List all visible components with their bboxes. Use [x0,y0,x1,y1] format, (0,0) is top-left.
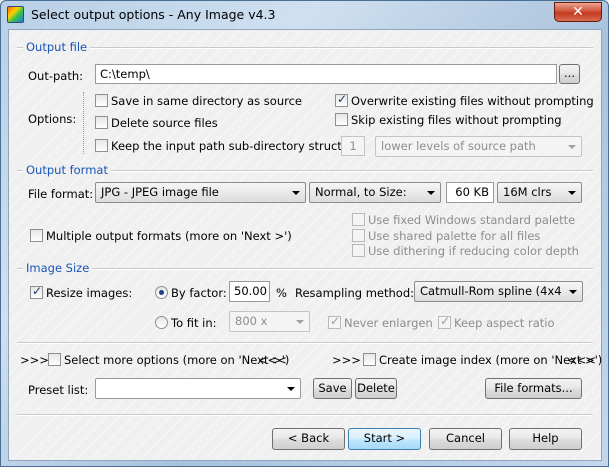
create-index-checkbox[interactable] [363,353,376,366]
fixed-palette-label[interactable]: Use fixed Windows standard palette [368,213,575,227]
colors-value: 16M clrs [503,185,552,199]
chevron-down-icon [296,320,304,324]
overwrite-label[interactable]: Overwrite existing files without prompti… [351,94,594,108]
section-output-format: Output format [23,163,111,177]
file-format-label: File format: [28,187,94,201]
select-more-checkbox[interactable] [48,353,61,366]
file-format-value: JPG - JPEG image file [101,185,219,199]
start-button[interactable]: Start > [348,428,421,450]
dithering-checkbox[interactable] [352,244,365,257]
subdir-mode-select[interactable]: lower levels of source path preserved [375,136,582,157]
same-dir-label[interactable]: Save in same directory as source [111,94,302,108]
subdir-level-input[interactable]: 1 [341,136,365,156]
index-prefix: >>> [332,353,361,367]
section-divider [17,342,593,344]
resize-checkbox[interactable] [30,284,43,299]
back-button[interactable]: < Back [272,428,345,450]
preset-label: Preset list: [28,383,89,397]
dialog-client: Output file Out-path: C:\temp\ ... Optio… [8,29,602,461]
options-label: Options: [28,112,77,126]
chevron-down-icon [568,191,576,195]
preset-save-button[interactable]: Save [313,378,352,399]
shared-palette-checkbox[interactable] [352,229,365,242]
chevron-down-icon [569,290,577,294]
section-divider [17,47,593,49]
chevron-down-icon [292,191,300,195]
size-mode-select[interactable]: Normal, to Size: [309,182,441,203]
browse-button[interactable]: ... [559,64,580,84]
more-prefix: >>> [20,353,49,367]
select-more-label[interactable]: Select more options (more on 'Next >') [64,353,289,367]
shared-palette-label[interactable]: Use shared palette for all files [368,229,540,243]
outpath-label: Out-path: [28,69,84,83]
close-icon: ✕ [572,4,584,20]
preset-delete-button[interactable]: Delete [355,378,397,399]
options-separator [83,92,84,154]
preset-select[interactable] [95,378,301,399]
never-enlarge-checkbox[interactable] [328,314,341,329]
chevron-down-icon [287,387,295,391]
chevron-down-icon [427,191,435,195]
outpath-input[interactable]: C:\temp\ [95,64,557,84]
overwrite-checkbox[interactable] [335,92,348,107]
delete-source-label[interactable]: Delete source files [111,116,218,130]
keep-subdir-label[interactable]: Keep the input path sub-directory struct… [111,139,365,153]
window-title: Select output options - Any Image v4.3 [31,7,276,22]
keep-aspect-checkbox[interactable] [438,314,451,329]
resize-label[interactable]: Resize images: [46,286,132,300]
index-suffix: <<< [567,353,596,367]
to-fit-label[interactable]: To fit in: [171,316,217,330]
factor-input[interactable]: 50.00 [229,281,270,302]
size-mode-value: Normal, to Size: [315,185,407,199]
close-button[interactable]: ✕ [554,2,602,22]
keep-subdir-checkbox[interactable] [95,139,108,152]
help-button[interactable]: Help [509,428,582,450]
app-icon [7,6,24,23]
section-output-file: Output file [23,40,91,54]
skip-existing-label[interactable]: Skip existing files without prompting [351,113,562,127]
multiple-formats-label[interactable]: Multiple output formats (more on 'Next >… [46,229,292,243]
chevron-down-icon [568,145,576,149]
same-dir-checkbox[interactable] [95,94,108,107]
multiple-formats-checkbox[interactable] [30,229,43,242]
file-formats-button[interactable]: File formats... [485,378,582,399]
size-value-input[interactable]: 60 KB [446,182,494,203]
dialog-window: Select output options - Any Image v4.3 ✕… [0,0,609,467]
by-factor-radio[interactable] [155,286,168,299]
fit-size-value: 800 x 600 [235,314,268,331]
colors-select[interactable]: 16M clrs [497,182,582,203]
by-factor-label[interactable]: By factor: [171,286,227,300]
file-format-select[interactable]: JPG - JPEG image file [95,182,306,203]
section-divider [17,414,593,416]
to-fit-radio[interactable] [155,316,168,329]
section-divider [17,268,593,270]
more-suffix: <<< [258,353,287,367]
fit-size-select[interactable]: 800 x 600 [229,311,310,332]
fixed-palette-checkbox[interactable] [352,213,365,226]
subdir-mode-value: lower levels of source path preserved [381,139,536,156]
never-enlarge-label[interactable]: Never enlargen [344,316,433,330]
skip-existing-checkbox[interactable] [335,113,348,126]
percent-label: % [276,286,287,300]
cancel-button[interactable]: Cancel [429,428,502,450]
resample-label: Resampling method: [295,286,415,300]
resample-value: Catmull-Rom spline (4x4 filter) [420,284,562,301]
delete-source-checkbox[interactable] [95,116,108,129]
section-image-size: Image Size [23,261,93,275]
dithering-label[interactable]: Use dithering if reducing color depth [368,244,579,258]
resample-select[interactable]: Catmull-Rom spline (4x4 filter) [414,281,583,302]
keep-aspect-label[interactable]: Keep aspect ratio [454,316,555,330]
title-bar[interactable]: Select output options - Any Image v4.3 ✕ [1,1,608,28]
